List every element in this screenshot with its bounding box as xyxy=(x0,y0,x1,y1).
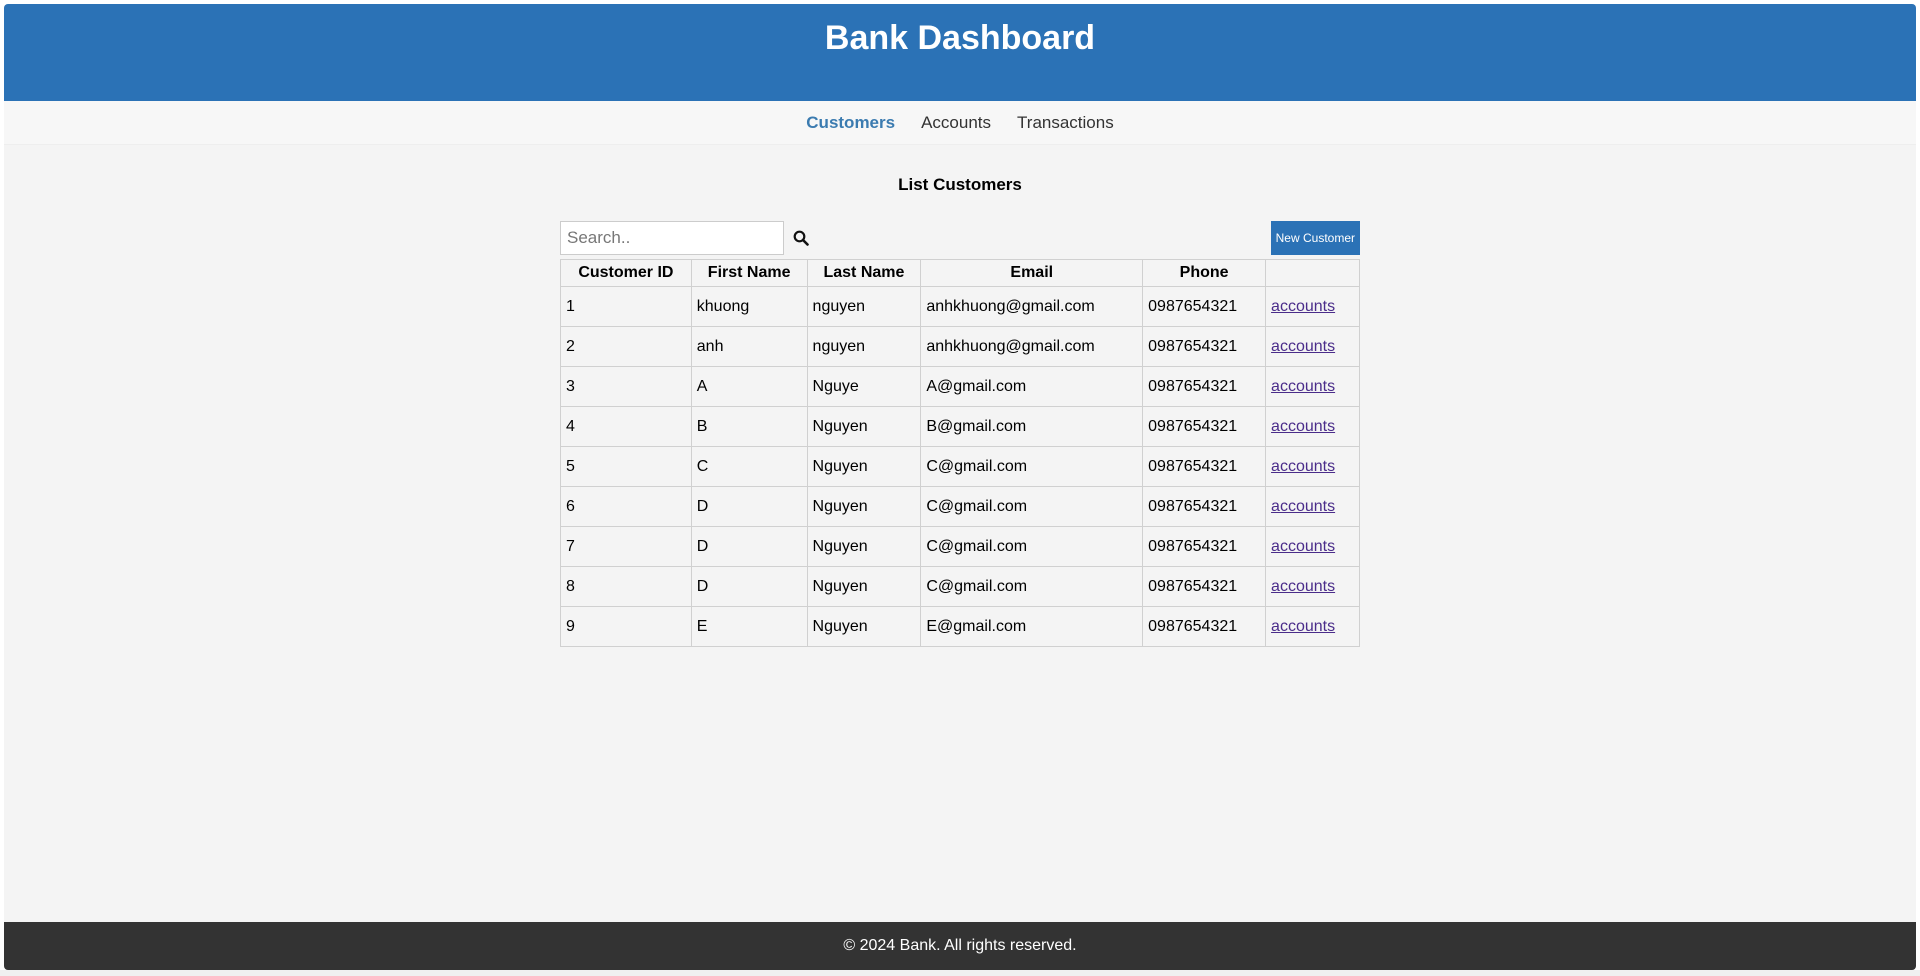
toolbar: New Customer xyxy=(560,221,1360,255)
cell-actions: accounts xyxy=(1265,486,1360,527)
table-row: 3 A Nguye A@gmail.com 0987654321 accounts xyxy=(560,366,1360,407)
accounts-link[interactable]: accounts xyxy=(1271,618,1335,635)
new-customer-button[interactable]: New Customer xyxy=(1270,221,1360,255)
column-header-first-name: First Name xyxy=(690,259,808,287)
cell-first-name: D xyxy=(690,526,808,567)
cell-email: anhkhuong@gmail.com xyxy=(920,326,1144,367)
accounts-link[interactable]: accounts xyxy=(1271,458,1335,475)
nav-bar: Customers Accounts Transactions xyxy=(4,101,1916,145)
search-group xyxy=(560,221,818,255)
accounts-link[interactable]: accounts xyxy=(1271,578,1335,595)
cell-last-name: Nguyen xyxy=(806,526,922,567)
cell-last-name: nguyen xyxy=(806,326,922,367)
cell-email: C@gmail.com xyxy=(920,526,1144,567)
cell-phone: 0987654321 xyxy=(1142,526,1267,567)
cell-email: A@gmail.com xyxy=(920,366,1144,407)
accounts-link[interactable]: accounts xyxy=(1271,538,1335,555)
cell-customer-id: 3 xyxy=(560,366,692,407)
cell-first-name: C xyxy=(690,446,808,487)
cell-phone: 0987654321 xyxy=(1142,606,1267,647)
table-row: 8 D Nguyen C@gmail.com 0987654321 accounts xyxy=(560,566,1360,607)
cell-actions: accounts xyxy=(1265,606,1360,647)
nav-item-transactions[interactable]: Transactions xyxy=(1017,113,1114,133)
main-content: New Customer Customer ID First Name Last… xyxy=(560,221,1360,647)
cell-actions: accounts xyxy=(1265,446,1360,487)
cell-phone: 0987654321 xyxy=(1142,406,1267,447)
cell-phone: 0987654321 xyxy=(1142,486,1267,527)
column-header-last-name: Last Name xyxy=(806,259,922,287)
cell-customer-id: 6 xyxy=(560,486,692,527)
cell-actions: accounts xyxy=(1265,566,1360,607)
table-row: 6 D Nguyen C@gmail.com 0987654321 accounts xyxy=(560,486,1360,527)
cell-actions: accounts xyxy=(1265,526,1360,567)
window-bottom-edge xyxy=(0,970,1920,976)
section-title: List Customers xyxy=(898,175,1022,194)
cell-customer-id: 4 xyxy=(560,406,692,447)
app-frame: Bank Dashboard Customers Accounts Transa… xyxy=(4,4,1916,970)
accounts-link[interactable]: accounts xyxy=(1271,498,1335,515)
cell-email: C@gmail.com xyxy=(920,566,1144,607)
cell-first-name: D xyxy=(690,566,808,607)
cell-first-name: khuong xyxy=(690,286,808,327)
cell-email: anhkhuong@gmail.com xyxy=(920,286,1144,327)
cell-last-name: Nguyen xyxy=(806,486,922,527)
search-icon[interactable] xyxy=(784,221,818,255)
table-row: 9 E Nguyen E@gmail.com 0987654321 accounts xyxy=(560,606,1360,647)
cell-actions: accounts xyxy=(1265,366,1360,407)
customers-table: Customer ID First Name Last Name Email P… xyxy=(560,259,1360,647)
column-header-actions xyxy=(1265,259,1360,287)
cell-last-name: Nguyen xyxy=(806,566,922,607)
cell-customer-id: 5 xyxy=(560,446,692,487)
cell-actions: accounts xyxy=(1265,286,1360,327)
column-header-customer-id: Customer ID xyxy=(560,259,692,287)
cell-first-name: E xyxy=(690,606,808,647)
cell-customer-id: 2 xyxy=(560,326,692,367)
search-input[interactable] xyxy=(560,221,784,255)
table-row: 7 D Nguyen C@gmail.com 0987654321 accounts xyxy=(560,526,1360,567)
nav-item-customers[interactable]: Customers xyxy=(806,113,895,133)
nav-item-accounts[interactable]: Accounts xyxy=(921,113,991,133)
column-header-email: Email xyxy=(920,259,1144,287)
cell-phone: 0987654321 xyxy=(1142,446,1267,487)
column-header-phone: Phone xyxy=(1142,259,1267,287)
page-title: Bank Dashboard xyxy=(824,19,1096,57)
table-row: 5 C Nguyen C@gmail.com 0987654321 accounts xyxy=(560,446,1360,487)
cell-customer-id: 9 xyxy=(560,606,692,647)
cell-last-name: nguyen xyxy=(806,286,922,327)
cell-first-name: D xyxy=(690,486,808,527)
cell-last-name: Nguye xyxy=(806,366,922,407)
table-body: 1 khuong nguyen anhkhuong@gmail.com 09876543… xyxy=(560,286,1360,647)
cell-phone: 0987654321 xyxy=(1142,566,1267,607)
footer: © 2024 Bank. All rights reserved. xyxy=(4,922,1916,970)
cell-last-name: Nguyen xyxy=(806,406,922,447)
accounts-link[interactable]: accounts xyxy=(1271,298,1335,315)
accounts-link[interactable]: accounts xyxy=(1271,378,1335,395)
cell-phone: 0987654321 xyxy=(1142,286,1267,327)
cell-phone: 0987654321 xyxy=(1142,366,1267,407)
cell-first-name: anh xyxy=(690,326,808,367)
accounts-link[interactable]: accounts xyxy=(1271,338,1335,355)
footer-text: © 2024 Bank. All rights reserved. xyxy=(843,937,1077,954)
cell-email: B@gmail.com xyxy=(920,406,1144,447)
cell-phone: 0987654321 xyxy=(1142,326,1267,367)
cell-first-name: B xyxy=(690,406,808,447)
cell-customer-id: 1 xyxy=(560,286,692,327)
cell-first-name: A xyxy=(690,366,808,407)
cell-last-name: Nguyen xyxy=(806,446,922,487)
header: Bank Dashboard xyxy=(4,4,1916,101)
cell-email: E@gmail.com xyxy=(920,606,1144,647)
table-header-row: Customer ID First Name Last Name Email P… xyxy=(560,259,1360,287)
table-row: 1 khuong nguyen anhkhuong@gmail.com 09876543… xyxy=(560,286,1360,327)
cell-customer-id: 8 xyxy=(560,566,692,607)
cell-email: C@gmail.com xyxy=(920,446,1144,487)
accounts-link[interactable]: accounts xyxy=(1271,418,1335,435)
table-row: 2 anh nguyen anhkhuong@gmail.com 0987654321 a… xyxy=(560,326,1360,367)
cell-last-name: Nguyen xyxy=(806,606,922,647)
cell-customer-id: 7 xyxy=(560,526,692,567)
cell-actions: accounts xyxy=(1265,406,1360,447)
cell-actions: accounts xyxy=(1265,326,1360,367)
cell-email: C@gmail.com xyxy=(920,486,1144,527)
table-row: 4 B Nguyen B@gmail.com 0987654321 accounts xyxy=(560,406,1360,447)
